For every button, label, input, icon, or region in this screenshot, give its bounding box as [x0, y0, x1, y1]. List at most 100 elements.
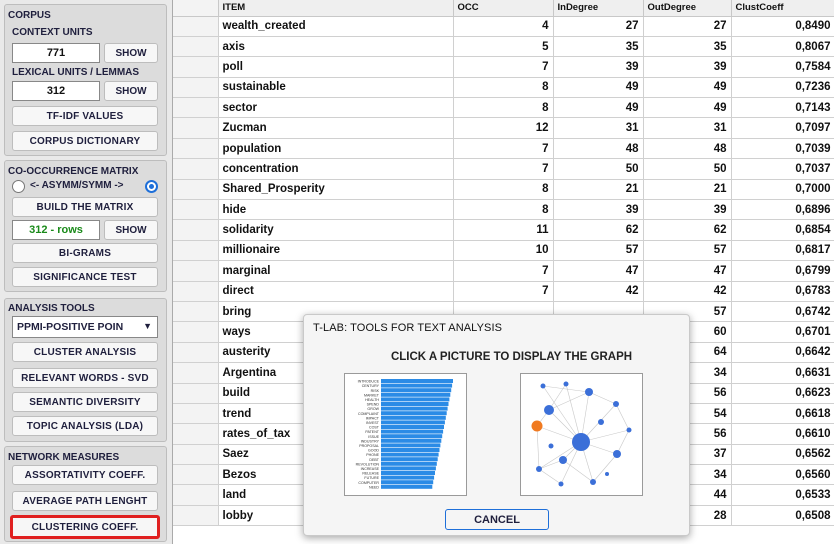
occ-cell: 11 — [453, 219, 554, 241]
context-units-value: 771 — [12, 43, 100, 63]
matrix-rows-value: 312 - rows — [12, 220, 100, 240]
table-row[interactable]: population 7 48 48 0,7039 — [173, 138, 834, 160]
outdegree-cell: 57 — [643, 240, 732, 262]
bar-mark — [381, 480, 434, 485]
bar-label: GOOD — [368, 449, 379, 453]
column-header[interactable]: OutDegree — [643, 0, 732, 17]
clustcoeff-cell: 0,6896 — [731, 199, 834, 221]
outdegree-cell: 48 — [643, 138, 732, 160]
bar-mark — [381, 420, 445, 425]
column-header[interactable]: ITEM — [218, 0, 454, 17]
clustcoeff-cell: 0,6618 — [731, 403, 834, 425]
item-cell: Shared_Prosperity — [218, 179, 454, 201]
lexical-units-value: 312 — [12, 81, 100, 101]
significance-test-button[interactable]: SIGNIFICANCE TEST — [12, 267, 158, 287]
bar-mark — [381, 388, 452, 393]
table-row[interactable]: poll 7 39 39 0,7584 — [173, 56, 834, 78]
network-graph-thumbnail[interactable] — [520, 373, 643, 496]
table-row[interactable]: axis 5 35 35 0,8067 — [173, 36, 834, 58]
assortativity-button[interactable]: ASSORTATIVITY COEFF. — [12, 465, 158, 485]
table-row[interactable]: sustainable 8 49 49 0,7236 — [173, 77, 834, 99]
clustcoeff-cell: 0,6562 — [731, 444, 834, 466]
clustering-coeff-button[interactable]: CLUSTERING COEFF. — [10, 515, 160, 539]
column-header[interactable]: ClustCoeff — [731, 0, 834, 17]
symm-radio[interactable] — [145, 180, 158, 193]
row-header-cell — [173, 281, 219, 302]
asymm-radio[interactable] — [12, 180, 25, 193]
row-header-cell — [173, 77, 219, 99]
table-row[interactable]: Zucman 12 31 31 0,7097 — [173, 117, 834, 139]
cluster-analysis-button[interactable]: CLUSTER ANALYSIS — [12, 342, 158, 362]
semantic-diversity-button[interactable]: SEMANTIC DIVERSITY — [12, 392, 158, 412]
bigrams-button[interactable]: BI-GRAMS — [12, 243, 158, 263]
item-cell: concentration — [218, 158, 454, 180]
bar-label: COST — [369, 426, 380, 430]
row-header-cell — [173, 444, 219, 466]
clustcoeff-cell: 0,6701 — [731, 321, 834, 343]
row-header-cell — [173, 138, 219, 160]
table-row[interactable]: Shared_Prosperity 8 21 21 0,7000 — [173, 179, 834, 201]
network-graph-thumbnail-graphic — [531, 381, 632, 487]
indegree-cell: 50 — [553, 158, 644, 180]
topic-analysis-lda-button[interactable]: TOPIC ANALYSIS (LDA) — [12, 416, 158, 436]
table-row[interactable]: hide 8 39 39 0,6896 — [173, 199, 834, 221]
bar-mark — [381, 434, 443, 439]
clustcoeff-cell: 0,7039 — [731, 138, 834, 160]
bar-chart-thumbnail-graphic: INTRODUCECENTURYRISKMARKETHEALTHSPENDGRO… — [356, 379, 453, 489]
show-lexical-units-button[interactable]: SHOW — [104, 81, 158, 101]
item-cell: hide — [218, 199, 454, 221]
table-row[interactable]: solidarity 11 62 62 0,6854 — [173, 219, 834, 241]
outdegree-cell: 49 — [643, 77, 732, 99]
corpus-title: CORPUS — [8, 10, 51, 21]
clustcoeff-cell: 0,7097 — [731, 117, 834, 139]
column-header[interactable]: OCC — [453, 0, 554, 17]
clustcoeff-cell: 0,6817 — [731, 240, 834, 262]
bar-label: ISSUE — [368, 435, 379, 439]
row-header-cell — [173, 219, 219, 241]
item-cell: direct — [218, 281, 454, 302]
average-path-length-button[interactable]: AVERAGE PATH LENGHT — [12, 491, 158, 511]
clustcoeff-cell: 0,6560 — [731, 464, 834, 486]
row-header-cell — [173, 16, 219, 37]
clustcoeff-cell: 0,6783 — [731, 281, 834, 302]
table-row[interactable]: millionaire 10 57 57 0,6817 — [173, 240, 834, 262]
table-row[interactable]: concentration 7 50 50 0,7037 — [173, 158, 834, 180]
bar-label: RELEASE — [362, 472, 379, 476]
column-header[interactable] — [173, 0, 219, 17]
relevant-words-svd-button[interactable]: RELEVANT WORDS - SVD — [12, 368, 158, 388]
cancel-button[interactable]: CANCEL — [445, 509, 549, 530]
measure-select[interactable]: PPMI-POSITIVE POIN ▼ — [12, 316, 158, 338]
chevron-down-icon: ▼ — [143, 321, 152, 331]
bar-chart-thumbnail[interactable]: INTRODUCE CENTURY RISK MARKET HEALTH SPEND GRO… — [344, 373, 467, 496]
bar-mark — [381, 425, 444, 429]
table-row[interactable]: direct 7 42 42 0,6783 — [173, 281, 834, 302]
row-header-cell — [173, 158, 219, 180]
table-row[interactable]: sector 8 49 49 0,7143 — [173, 97, 834, 119]
outdegree-cell: 47 — [643, 260, 732, 282]
clustcoeff-cell: 0,6508 — [731, 505, 834, 527]
bar-label: INTRODUCE — [358, 380, 380, 384]
outdegree-cell: 49 — [643, 97, 732, 119]
cooccurrence-title: CO-OCCURRENCE MATRIX — [8, 166, 139, 177]
build-matrix-button[interactable]: BUILD THE MATRIX — [12, 197, 158, 217]
row-header-cell — [173, 97, 219, 119]
row-header-cell — [173, 342, 219, 364]
column-header[interactable]: InDegree — [553, 0, 644, 17]
table-row[interactable]: marginal 7 47 47 0,6799 — [173, 260, 834, 282]
item-cell: axis — [218, 36, 454, 58]
show-matrix-button[interactable]: SHOW — [104, 220, 158, 240]
bar-mark — [381, 415, 446, 420]
clustcoeff-cell: 0,6631 — [731, 362, 834, 384]
indegree-cell: 31 — [553, 117, 644, 139]
left-panel: CORPUS CONTEXT UNITS 771 SHOW LEXICAL UN… — [0, 0, 172, 544]
table-row[interactable]: wealth_created 4 27 27 0,8490 — [173, 16, 834, 37]
corpus-dictionary-button[interactable]: CORPUS DICTIONARY — [12, 131, 158, 151]
clustcoeff-cell: 0,6623 — [731, 383, 834, 404]
bar-mark — [381, 397, 450, 402]
bar-label: REVOLUTION — [356, 462, 380, 466]
bar-mark — [381, 406, 448, 411]
measure-select-value: PPMI-POSITIVE POIN — [17, 321, 124, 333]
outdegree-cell: 42 — [643, 281, 732, 302]
show-context-units-button[interactable]: SHOW — [104, 43, 158, 63]
tfidf-values-button[interactable]: TF-IDF VALUES — [12, 106, 158, 126]
